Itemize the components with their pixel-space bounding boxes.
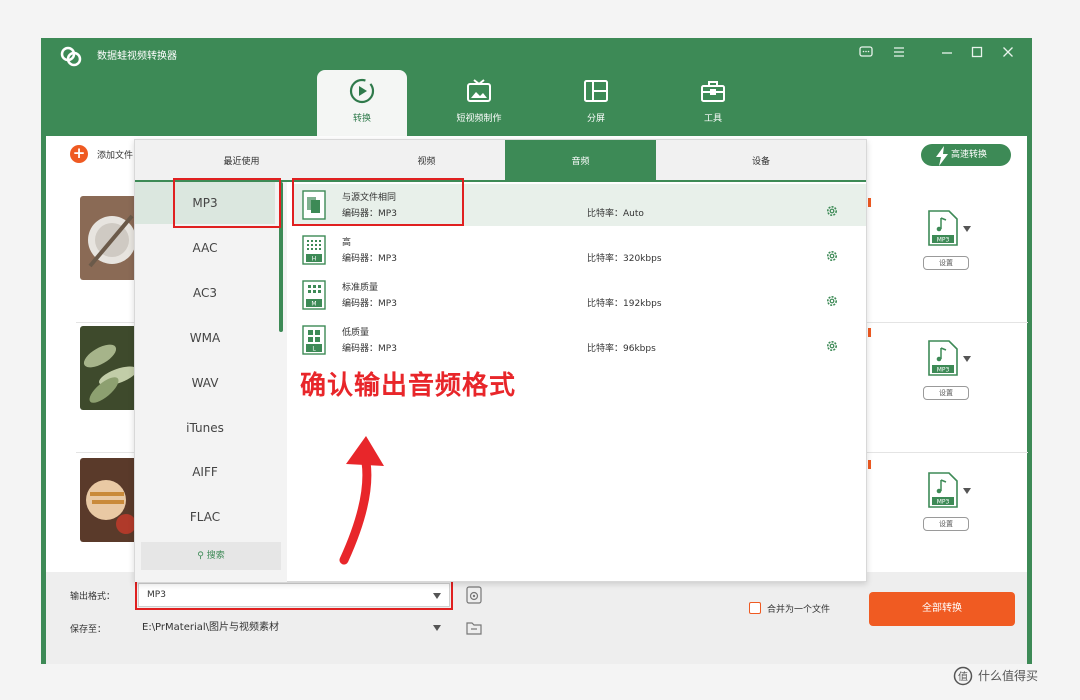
app-logo-icon bbox=[60, 46, 82, 67]
chevron-down-icon[interactable] bbox=[962, 355, 972, 363]
quality-codec: 编码器：MP3 bbox=[342, 254, 397, 264]
convert-all-button[interactable]: 全部转换 bbox=[869, 592, 1015, 626]
gear-icon[interactable] bbox=[825, 204, 839, 218]
mp3-format-icon[interactable]: MP3 bbox=[928, 340, 958, 376]
tab-label: 短视频制作 bbox=[456, 114, 502, 124]
status-marker bbox=[868, 328, 871, 337]
tab-recent[interactable]: 最近使用 bbox=[135, 140, 348, 180]
split-screen-icon bbox=[584, 80, 608, 102]
tv-icon bbox=[467, 79, 491, 102]
settings-button[interactable]: 设置 bbox=[923, 256, 969, 270]
folder-icon[interactable] bbox=[465, 619, 483, 637]
lightning-icon bbox=[936, 146, 948, 166]
feedback-icon[interactable] bbox=[857, 44, 875, 62]
watermark-logo-icon: 值 bbox=[953, 666, 973, 686]
maximize-icon[interactable] bbox=[968, 44, 986, 62]
curved-arrow-icon bbox=[339, 436, 384, 565]
quality-badge: H bbox=[312, 256, 317, 263]
video-thumbnail bbox=[80, 458, 138, 542]
tab-convert[interactable]: 转换 bbox=[317, 70, 407, 136]
tab-device[interactable]: 设备 bbox=[656, 140, 866, 180]
quality-row-standard[interactable]: M 标准质量 编码器：MP3 比特率：192kbps bbox=[292, 274, 866, 316]
gear-icon[interactable] bbox=[825, 339, 839, 353]
search-icon: ⚲ bbox=[197, 551, 204, 561]
status-marker bbox=[868, 198, 871, 207]
bottom-bar: 输出格式： MP3 保存至： E:\PrMaterial\图片与视频素材 合并为… bbox=[46, 572, 1027, 664]
high-speed-label: 高速转换 bbox=[951, 150, 988, 160]
tab-video[interactable]: 视频 bbox=[348, 140, 505, 180]
merge-checkbox[interactable] bbox=[749, 602, 761, 614]
quality-icon: H bbox=[302, 235, 326, 265]
chevron-down-icon[interactable] bbox=[432, 624, 442, 632]
search-label: 搜索 bbox=[206, 551, 225, 561]
chevron-down-icon[interactable] bbox=[962, 225, 972, 233]
chevron-down-icon[interactable] bbox=[962, 487, 972, 495]
format-item-ac3[interactable]: AC3 bbox=[135, 272, 275, 314]
format-settings-icon[interactable] bbox=[465, 586, 483, 604]
quality-codec: 编码器：MP3 bbox=[342, 299, 397, 309]
svg-text:值: 值 bbox=[958, 670, 968, 683]
tab-audio[interactable]: 音频 bbox=[505, 140, 656, 180]
tab-label: 分屏 bbox=[586, 114, 605, 124]
quality-icon: L bbox=[302, 325, 326, 355]
format-item-flac[interactable]: FLAC bbox=[135, 496, 275, 538]
tab-tools[interactable]: 工具 bbox=[668, 70, 758, 136]
add-file-label[interactable]: 添加文件 bbox=[97, 148, 133, 161]
quality-bitrate: 比特率：Auto bbox=[587, 209, 644, 219]
gear-icon[interactable] bbox=[825, 249, 839, 263]
format-item-itunes[interactable]: iTunes bbox=[135, 407, 275, 449]
quality-codec: 编码器：MP3 bbox=[342, 344, 397, 354]
format-item-wav[interactable]: WAV bbox=[135, 362, 275, 404]
quality-bitrate: 比特率：96kbps bbox=[587, 344, 656, 354]
quality-title: 低质量 bbox=[342, 328, 370, 338]
annotation-text: 确认输出音频格式 bbox=[300, 371, 517, 401]
menu-icon[interactable] bbox=[890, 44, 908, 62]
format-item-aac[interactable]: AAC bbox=[135, 227, 275, 269]
quality-bitrate: 比特率：192kbps bbox=[587, 299, 662, 309]
format-label: MP3 bbox=[937, 367, 950, 374]
watermark-text: 什么值得买 bbox=[978, 669, 1039, 683]
mp3-format-icon[interactable]: MP3 bbox=[928, 472, 958, 508]
settings-button[interactable]: 设置 bbox=[923, 517, 969, 531]
format-item-aiff[interactable]: AIFF bbox=[135, 451, 275, 493]
format-search-button[interactable]: ⚲ 搜索 bbox=[141, 542, 281, 570]
format-label: MP3 bbox=[937, 499, 950, 506]
video-thumbnail bbox=[80, 326, 138, 410]
tab-label: 工具 bbox=[703, 114, 722, 124]
app-title: 数据蛙视频转换器 bbox=[97, 51, 177, 62]
save-path-field[interactable]: E:\PrMaterial\图片与视频素材 bbox=[138, 617, 450, 639]
video-thumbnail bbox=[80, 196, 138, 280]
quality-badge: M bbox=[311, 301, 316, 308]
quality-row-high[interactable]: H 高 编码器：MP3 比特率：320kbps bbox=[292, 229, 866, 271]
mp3-format-icon[interactable]: MP3 bbox=[928, 210, 958, 246]
gear-icon[interactable] bbox=[825, 294, 839, 308]
tab-short-video[interactable]: 短视频制作 bbox=[434, 70, 524, 136]
annotation-highlight-box bbox=[135, 580, 453, 610]
close-icon[interactable] bbox=[999, 44, 1017, 62]
minimize-icon[interactable] bbox=[938, 44, 956, 62]
convert-icon bbox=[349, 78, 375, 104]
annotation-highlight-box bbox=[173, 178, 281, 228]
merge-label: 合并为一个文件 bbox=[767, 605, 831, 615]
save-to-label: 保存至： bbox=[70, 625, 107, 635]
tab-split-screen[interactable]: 分屏 bbox=[551, 70, 641, 136]
status-marker bbox=[868, 460, 871, 469]
quality-title: 高 bbox=[342, 238, 352, 248]
quality-bitrate: 比特率：320kbps bbox=[587, 254, 662, 264]
toolbox-icon bbox=[701, 81, 725, 102]
annotation-highlight-box bbox=[292, 178, 464, 226]
quality-icon: M bbox=[302, 280, 326, 310]
title-bar: 数据蛙视频转换器 转换 短视频制作 分屏 工具 bbox=[41, 38, 1032, 136]
format-list: MP3 AAC AC3 WMA WAV iTunes AIFF FLAC ⚲ 搜… bbox=[135, 182, 287, 582]
quality-title: 标准质量 bbox=[342, 283, 379, 293]
format-item-wma[interactable]: WMA bbox=[135, 317, 275, 359]
add-file-button[interactable]: + bbox=[70, 145, 88, 163]
format-label: MP3 bbox=[937, 237, 950, 244]
quality-row-low[interactable]: L 低质量 编码器：MP3 比特率：96kbps bbox=[292, 319, 866, 361]
tab-label: 转换 bbox=[352, 114, 371, 124]
output-format-label: 输出格式： bbox=[70, 592, 116, 602]
settings-button[interactable]: 设置 bbox=[923, 386, 969, 400]
